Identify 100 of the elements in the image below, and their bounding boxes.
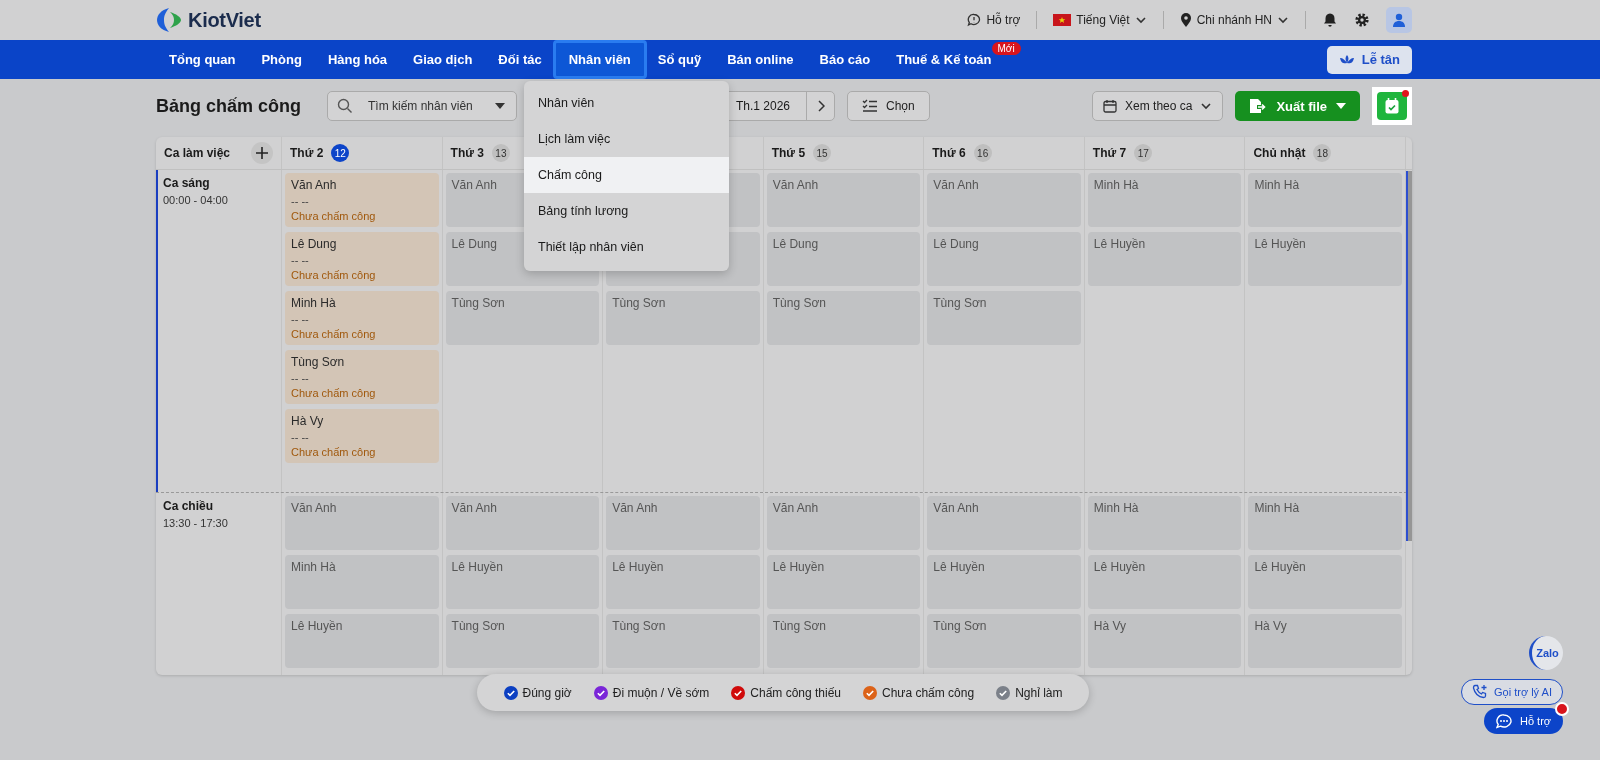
nav-tab[interactable]: Tổng quan — [156, 40, 249, 79]
reception-button[interactable]: Lễ tân — [1326, 45, 1412, 74]
shift-card[interactable]: Tùng Sơn — [606, 291, 760, 345]
nav-tab[interactable]: Giao dịch — [400, 40, 486, 79]
chevron-right-icon — [816, 100, 825, 112]
shift-card[interactable]: Minh Hà — [1248, 496, 1402, 550]
account-avatar[interactable] — [1386, 7, 1412, 33]
nav-tab[interactable]: Hàng hóa — [314, 40, 401, 79]
column-header: Thứ 6 — [932, 146, 966, 160]
legend-label: Nghỉ làm — [1015, 685, 1063, 700]
shift-card[interactable]: Lê Huyền — [285, 614, 439, 668]
language-select[interactable]: Tiếng Việt — [1053, 13, 1147, 27]
employee-name: Lê Dung — [772, 237, 819, 251]
shift-card[interactable]: Hà Vy — [1248, 614, 1402, 668]
shift-card[interactable]: Văn Anh — [766, 496, 921, 550]
scrollbar[interactable] — [1406, 171, 1412, 541]
export-button[interactable]: Xuất file — [1235, 91, 1360, 121]
shift-card[interactable]: Tùng Sơn — [927, 614, 1081, 668]
shift-card[interactable]: Tùng Sơn — [445, 291, 600, 345]
legend-label: Chấm công thiếu — [750, 685, 842, 700]
view-select[interactable]: Xem theo ca — [1092, 91, 1224, 121]
chat-bubble-icon — [1496, 713, 1512, 729]
shift-card[interactable]: Lê Huyền — [1087, 232, 1242, 286]
employee-name: Văn Anh — [451, 501, 497, 515]
shift-card[interactable]: Lê Dung — [766, 232, 921, 286]
menu-item[interactable]: Nhân viên — [524, 85, 729, 121]
chevron-down-icon — [1277, 14, 1289, 26]
employee-name: Tùng Sơn — [612, 296, 666, 310]
settings-icon[interactable] — [1354, 12, 1370, 28]
shift-card[interactable]: Văn Anh — [927, 173, 1081, 227]
shift-card[interactable]: Văn Anh — [766, 173, 921, 227]
shift-card[interactable]: Văn Anh — [285, 496, 439, 550]
choose-button[interactable]: Chọn — [847, 91, 930, 121]
file-export-icon — [1249, 98, 1268, 114]
shift-card[interactable]: Minh Hà — [1087, 173, 1242, 227]
employee-name: Tùng Sơn — [772, 619, 826, 633]
employee-name: Văn Anh — [612, 501, 658, 515]
employee-name: Tùng Sơn — [612, 619, 666, 633]
shift-card[interactable]: Lê Dung — [927, 232, 1081, 286]
column-header: Thứ 5 — [771, 146, 806, 160]
nav-tab[interactable]: Báo cáo — [806, 40, 884, 79]
shift-card[interactable]: Hà Vy — [1087, 614, 1242, 668]
employee-name: Minh Hà — [291, 296, 336, 310]
shift-card[interactable]: Văn Anh — [927, 496, 1081, 550]
shift-card[interactable]: Tùng Sơn — [606, 614, 760, 668]
calendar-check-icon — [1385, 98, 1399, 114]
shift-card[interactable]: Văn Anh — [606, 496, 760, 550]
branch-select[interactable]: Chi nhánh HN — [1179, 12, 1289, 28]
shift-card[interactable]: Lê Huyền — [1087, 555, 1242, 609]
ai-assistant-button[interactable]: Gọi trợ lý AI — [1461, 679, 1563, 705]
logo-icon — [156, 6, 182, 34]
checklist-icon — [862, 99, 879, 113]
menu-item[interactable]: Lịch làm việc — [524, 121, 729, 157]
employee-name: Văn Anh — [933, 178, 979, 192]
search-field[interactable]: Tìm kiếm nhân viên — [327, 91, 518, 121]
caret-down-icon — [1336, 103, 1346, 109]
employee-name: Lê Huyền — [1254, 237, 1306, 251]
shift-card[interactable]: Hà Vy -- -- Chưa chấm công — [285, 409, 439, 463]
employee-name: Lê Dung — [291, 237, 337, 251]
attendance-status: Chưa chấm công — [291, 446, 376, 458]
employee-name: Tùng Sơn — [772, 296, 826, 310]
employee-name: Tùng Sơn — [291, 355, 345, 369]
shift-card[interactable]: Minh Hà — [1087, 496, 1242, 550]
employee-name: Văn Anh — [772, 501, 819, 515]
employee-name: Tùng Sơn — [451, 619, 505, 633]
shift-card[interactable]: Lê Huyền — [927, 555, 1081, 609]
shift-card[interactable]: Tùng Sơn — [445, 614, 600, 668]
shift-card[interactable]: Văn Anh -- -- Chưa chấm công — [285, 173, 439, 227]
employee-name: Lê Huyền — [933, 560, 985, 574]
employee-name: Văn Anh — [291, 501, 337, 515]
shift-card[interactable]: Lê Huyền — [766, 555, 921, 609]
employee-name: Minh Hà — [1254, 501, 1300, 515]
zalo-button[interactable]: Zalo — [1529, 636, 1563, 670]
shift-card[interactable]: Lê Dung -- -- Chưa chấm công — [285, 232, 439, 286]
shift-card[interactable]: Văn Anh — [445, 496, 600, 550]
nav-tab[interactable]: Sổ quỹ — [644, 40, 715, 79]
shift-card[interactable]: Tùng Sơn — [927, 291, 1081, 345]
shift-card[interactable]: Minh Hà — [1248, 173, 1402, 227]
add-button[interactable] — [251, 142, 273, 164]
nav-tab[interactable]: Đối tác — [485, 40, 555, 79]
chevron-down-icon — [1200, 100, 1213, 112]
support-link[interactable]: Hỗ trợ — [967, 13, 1021, 27]
shift-card[interactable]: Lê Huyền — [1248, 232, 1402, 286]
employee-name: Tùng Sơn — [933, 296, 987, 310]
shift-card[interactable]: Minh Hà -- -- Chưa chấm công — [285, 291, 439, 345]
shift-card[interactable]: Tùng Sơn — [766, 614, 921, 668]
shift-card[interactable]: Tùng Sơn — [766, 291, 921, 345]
shift-card[interactable]: Lê Huyền — [445, 555, 600, 609]
shift-card[interactable]: Lê Huyền — [606, 555, 760, 609]
calendar-check-button[interactable] — [1377, 92, 1407, 120]
shift-card[interactable]: Tùng Sơn -- -- Chưa chấm công — [285, 350, 439, 404]
nav-tab[interactable]: Phòng — [248, 40, 315, 79]
bell-icon[interactable] — [1322, 12, 1338, 28]
help-button[interactable]: Hỗ trợ — [1484, 708, 1564, 734]
menu-item[interactable]: Chấm công — [524, 157, 729, 193]
nav-tab[interactable]: Nhân viên — [552, 40, 647, 79]
employee-name: Lê Huyền — [451, 560, 503, 574]
nav-tab[interactable]: Bán online — [714, 40, 807, 79]
shift-card[interactable]: Minh Hà — [285, 555, 439, 609]
shift-card[interactable]: Lê Huyền — [1248, 555, 1402, 609]
